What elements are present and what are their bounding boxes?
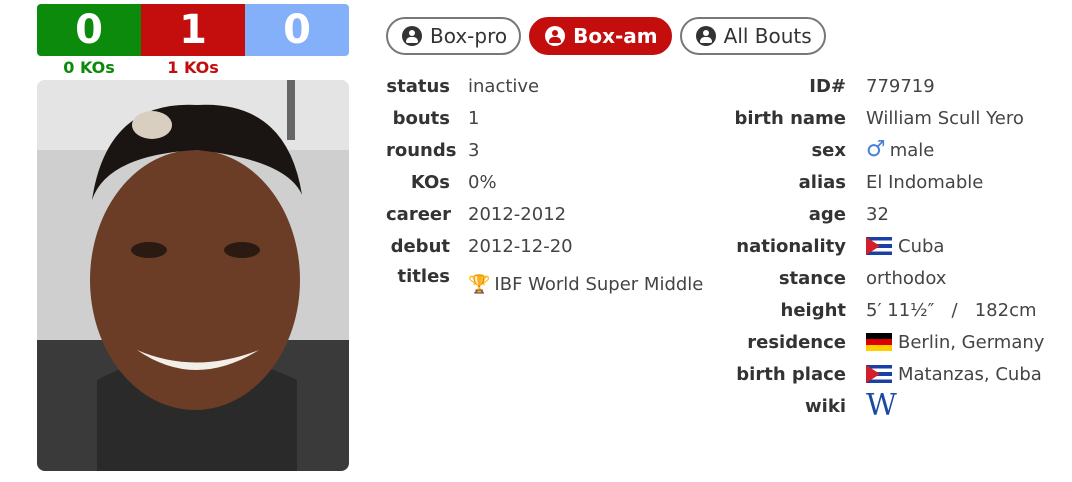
kos-label: KOs [410,171,450,193]
status-value: inactive [468,75,540,97]
alias-label: alias [798,171,846,193]
age-value: 32 [866,203,889,225]
kos-value: 0% [468,171,497,193]
sex-label: sex [811,139,846,161]
sex-row: sex ♂ male [684,134,1044,166]
residence-row: residence Berlin, Germany [684,326,1044,358]
record-summary: 0 1 0 [37,4,349,56]
titles-row: titles 🏆 IBF World Super Middle [386,262,704,306]
career-stats: status inactive bouts 1 rounds 3 KOs 0% care… [386,70,703,306]
birth-name-row: birth name William Scull Yero [684,102,1044,134]
bouts-row: bouts 1 [386,102,703,134]
nationality-row: nationality Cuba [684,230,1044,262]
tab-box-am[interactable]: Box-am [529,17,672,55]
birth-name-value: William Scull Yero [866,107,1024,129]
residence-value: Berlin, Germany [866,332,1044,353]
height-label: height [780,299,847,321]
bouts-value: 1 [468,107,480,129]
birth-place-label: birth place [736,363,846,385]
rounds-label: rounds [386,139,457,161]
titles-value: 🏆 IBF World Super Middle [468,274,703,295]
stance-label: stance [778,267,846,289]
residence-label: residence [747,331,846,353]
status-label: status [386,75,450,97]
career-row: career 2012-2012 [386,198,703,230]
user-circle-icon [402,26,422,46]
rounds-value: 3 [468,139,480,161]
debut-value: 2012-12-20 [468,235,573,257]
career-value: 2012-2012 [468,203,567,225]
losses-kos: 1 KOs [167,58,219,77]
stance-value: orthodox [866,267,947,289]
male-icon: ♂ [866,137,886,162]
birth-place-link[interactable]: Matanzas, Cuba [898,364,1042,385]
cuba-flag-icon [866,365,892,383]
boxer-photo [37,80,349,471]
titles-label: titles [397,266,450,287]
wiki-label: wiki [805,395,846,417]
stance-row: stance orthodox [684,262,1044,294]
wiki-value: W [866,391,897,421]
germany-flag-icon [866,333,892,351]
height-value: 5′ 11½″ / 182cm [866,299,1037,321]
alias-row: alias El Indomable [684,166,1044,198]
user-circle-icon [545,26,566,46]
id-label: ID# [809,75,846,97]
bout-type-tabs: Box-pro Box-am All Bouts [386,17,826,55]
birth-place-row: birth place Matanzas, Cuba [684,358,1044,390]
nationality-value: Cuba [866,236,944,257]
user-circle-icon [695,26,716,46]
id-value: 779719 [866,75,935,97]
wins-count: 0 [37,4,141,56]
bouts-label: bouts [392,107,450,129]
age-label: age [808,203,846,225]
wiki-row: wiki W [684,390,1044,422]
tab-box-pro[interactable]: Box-pro [386,17,522,55]
title-link[interactable]: IBF World Super Middle [494,274,703,295]
kos-row: KOs 0% [386,166,703,198]
alias-value: El Indomable [866,171,984,193]
debut-label: debut [390,235,450,257]
birth-name-label: birth name [734,107,846,129]
wikipedia-icon[interactable]: W [866,391,897,421]
tab-all-bouts[interactable]: All Bouts [679,17,826,55]
draws-count: 0 [245,4,349,56]
sex-value: ♂ male [866,137,935,162]
birth-place-value: Matanzas, Cuba [866,364,1042,385]
height-row: height 5′ 11½″ / 182cm [684,294,1044,326]
residence-link[interactable]: Berlin, Germany [898,332,1044,353]
age-row: age 32 [684,198,1044,230]
trophy-icon: 🏆 [468,274,491,295]
wins-kos: 0 KOs [63,58,115,77]
personal-info: ID# 779719 birth name William Scull Yero s… [684,70,1044,422]
boxer-portrait-image [37,80,349,471]
debut-row: debut 2012-12-20 [386,230,703,262]
status-row: status inactive [386,70,703,102]
nationality-link[interactable]: Cuba [898,236,944,257]
losses-count: 1 [141,4,245,56]
career-label: career [386,203,451,225]
id-row: ID# 779719 [684,70,1044,102]
rounds-row: rounds 3 [386,134,703,166]
cuba-flag-icon [866,237,892,255]
nationality-label: nationality [736,235,846,257]
